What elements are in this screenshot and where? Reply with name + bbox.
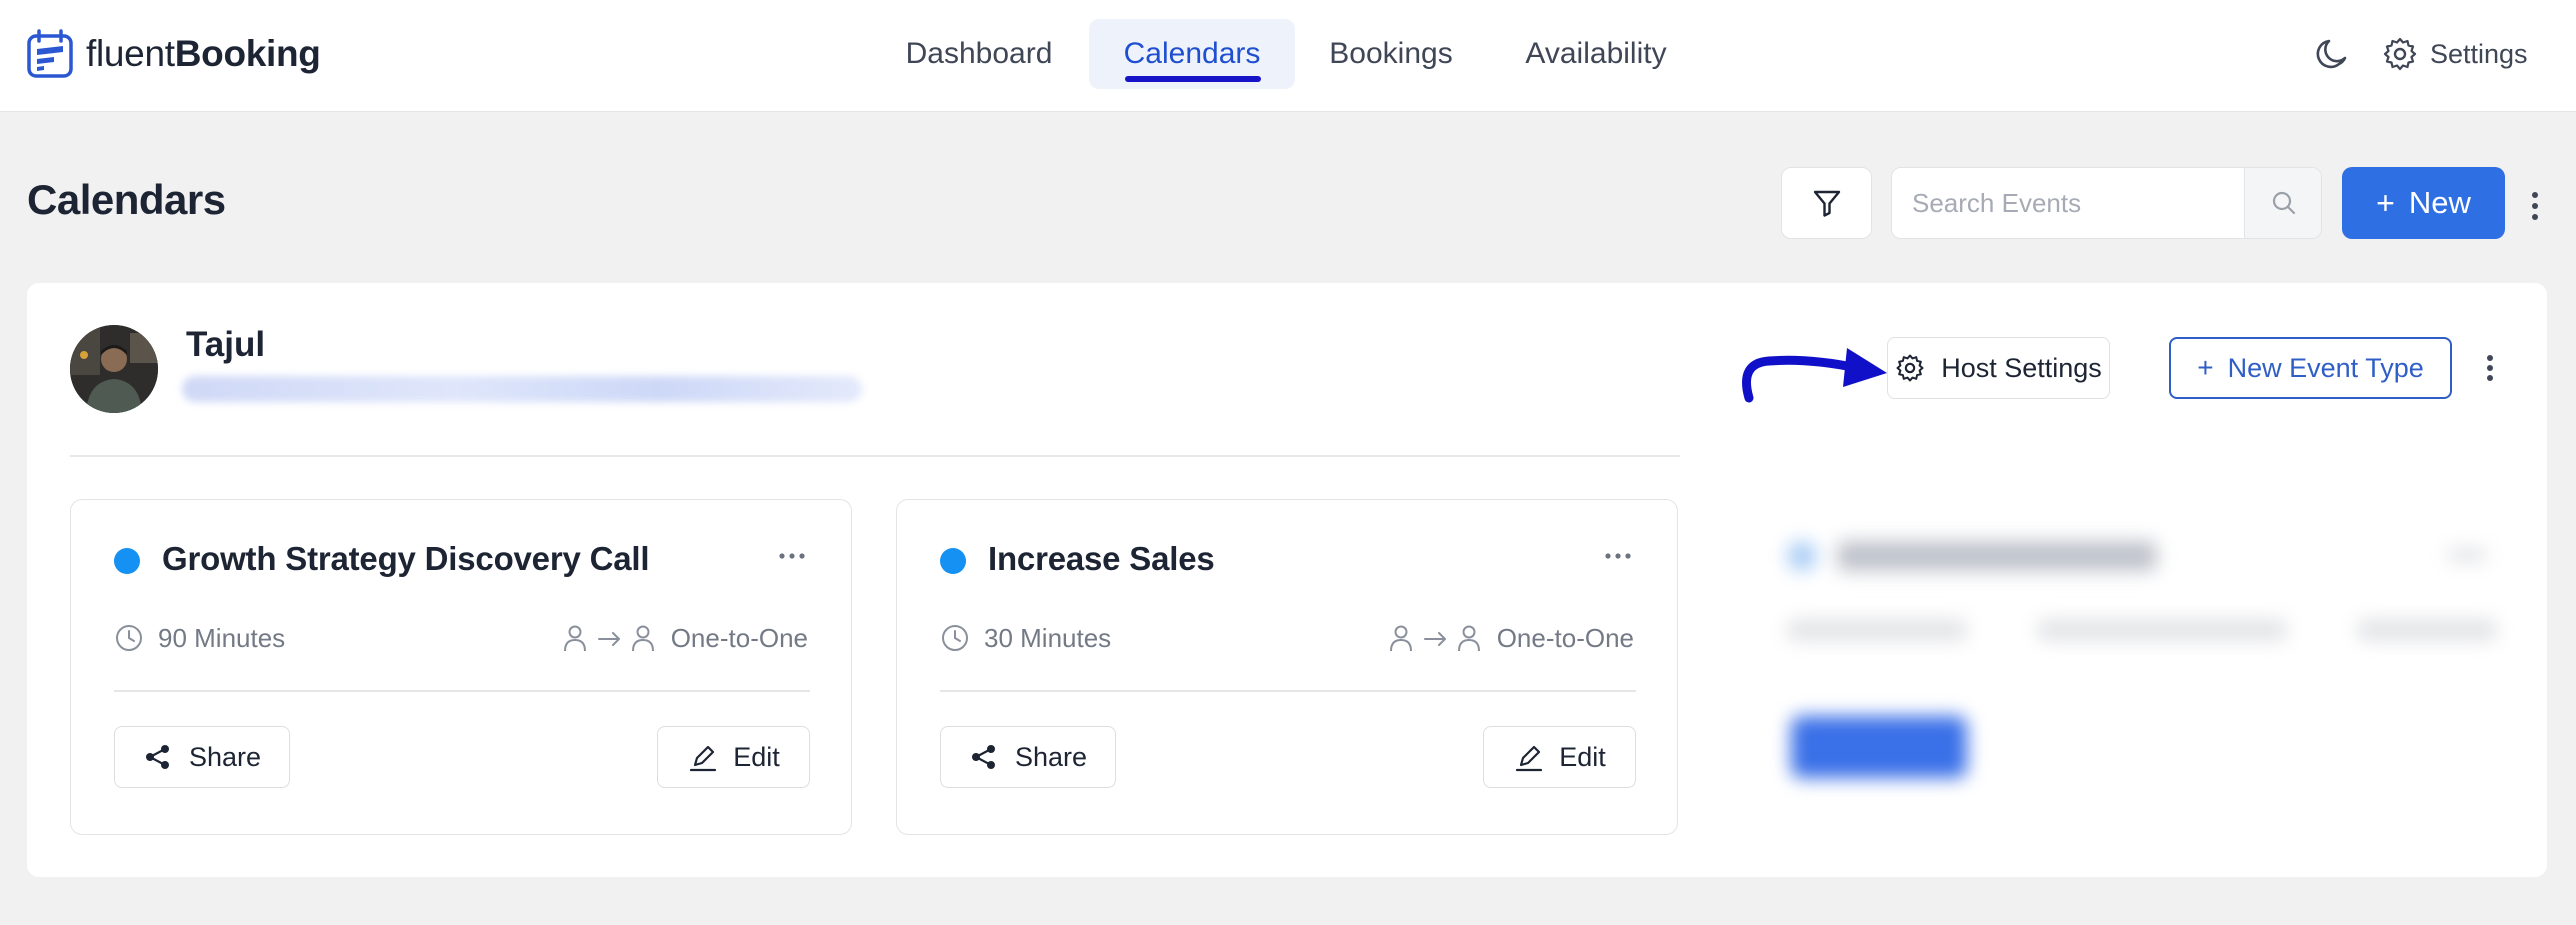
duration-text: 30 Minutes [984, 622, 1112, 653]
top-navigation-bar: fluentBooking Dashboard Calendars Bookin… [0, 0, 2576, 112]
blurred-meta [2037, 619, 2287, 641]
filter-icon [1813, 190, 1840, 217]
settings-link[interactable]: Settings [2382, 32, 2528, 76]
moon-icon[interactable] [2312, 34, 2352, 74]
more-horizontal-icon[interactable] [1602, 548, 1634, 564]
edit-label: Edit [1559, 741, 1606, 772]
share-button[interactable]: Share [940, 726, 1116, 788]
plus-icon: + [2376, 184, 2395, 221]
host-name: Tajul [186, 325, 266, 364]
event-duration: 30 Minutes [940, 620, 1111, 656]
more-horizontal-icon[interactable] [776, 548, 808, 564]
page-more-menu-icon[interactable] [2526, 188, 2544, 224]
one-to-one-icon [1389, 625, 1480, 652]
edit-pencil-icon [690, 745, 717, 772]
event-title[interactable]: Increase Sales [988, 540, 1215, 578]
avatar [70, 325, 158, 413]
search-icon [2272, 191, 2296, 215]
duration-text: 90 Minutes [158, 622, 286, 653]
event-duration: 90 Minutes [114, 620, 285, 656]
event-status-dot [940, 548, 966, 574]
event-meeting-type: One-to-One [563, 620, 808, 656]
calendar-more-menu-icon[interactable] [2482, 351, 2498, 385]
host-settings-button[interactable]: Host Settings [1887, 337, 2110, 399]
event-title[interactable]: Growth Strategy Discovery Call [162, 540, 650, 578]
plus-icon: + [2197, 352, 2214, 383]
search-box [1891, 167, 2322, 239]
nav-availability[interactable]: Availability [1501, 19, 1691, 89]
filter-button[interactable] [1781, 167, 1872, 239]
blurred-button [1791, 716, 1967, 778]
host-details-blurred [182, 376, 862, 402]
blurred-meta [2357, 619, 2497, 641]
edit-button[interactable]: Edit [1483, 726, 1636, 788]
blurred-event-card [1727, 433, 2547, 853]
nav-dashboard[interactable]: Dashboard [885, 19, 1073, 89]
gear-icon [1896, 354, 1924, 382]
event-type-card: Growth Strategy Discovery Call 90 Minute… [70, 499, 852, 835]
one-to-one-icon [563, 625, 654, 652]
clock-icon [116, 625, 142, 651]
share-button[interactable]: Share [114, 726, 290, 788]
clock-icon [942, 625, 968, 651]
new-button-label: New [2408, 185, 2471, 220]
new-calendar-button[interactable]: + New [2342, 167, 2505, 239]
blurred-title [1837, 541, 2157, 571]
active-nav-underline [1125, 76, 1261, 82]
share-icon [145, 745, 169, 769]
host-settings-label: Host Settings [1941, 352, 2102, 383]
blurred-more [2447, 548, 2487, 562]
host-calendar-card: Tajul Host Settings + New Event Type Gro… [27, 283, 2547, 877]
blurred-duration [1787, 619, 1967, 641]
edit-label: Edit [733, 741, 780, 772]
new-event-type-label: New Event Type [2227, 352, 2424, 383]
event-divider [940, 690, 1636, 692]
share-label: Share [188, 741, 262, 772]
page-title: Calendars [27, 176, 226, 223]
edit-button[interactable]: Edit [657, 726, 810, 788]
meeting-type-text: One-to-One [670, 622, 808, 653]
gear-icon [2383, 37, 2417, 71]
meeting-type-text: One-to-One [1496, 622, 1634, 653]
event-type-card: Increase Sales 30 Minutes One-to-One Sha… [896, 499, 1678, 835]
settings-label: Settings [2430, 38, 2528, 69]
share-label: Share [1014, 741, 1088, 772]
nav-bookings[interactable]: Bookings [1311, 19, 1471, 89]
main-nav: Dashboard Calendars Bookings Availabilit… [0, 0, 2576, 112]
event-divider [114, 690, 810, 692]
search-button[interactable] [2244, 168, 2321, 238]
blurred-dot [1787, 541, 1817, 571]
event-status-dot [114, 548, 140, 574]
header-divider [70, 455, 1680, 457]
event-meeting-type: One-to-One [1389, 620, 1634, 656]
search-input[interactable] [1892, 168, 2244, 238]
share-icon [971, 745, 995, 769]
new-event-type-button[interactable]: + New Event Type [2169, 337, 2452, 399]
edit-pencil-icon [1516, 745, 1543, 772]
